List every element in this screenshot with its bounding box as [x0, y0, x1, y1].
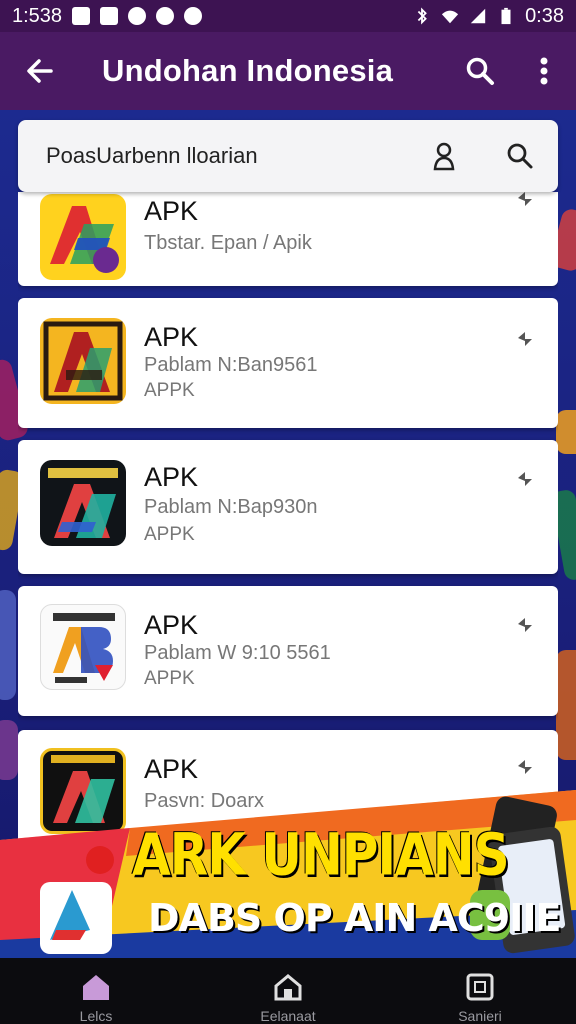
- app-bar-search-button[interactable]: [448, 32, 512, 110]
- arrow-left-icon: [27, 59, 53, 83]
- app-icon: [40, 194, 126, 280]
- app-icon: [40, 318, 126, 404]
- search-icon: [466, 57, 494, 85]
- bluetooth-icon: [417, 7, 427, 25]
- notification-icon: [100, 7, 119, 25]
- promo-banner[interactable]: ARK UNPIANS DABS OP AIN AC9IIE: [0, 790, 576, 958]
- item-type: APPK: [144, 524, 195, 545]
- open-arrow-icon[interactable]: [514, 192, 536, 212]
- status-bar: 1:538 0:38: [0, 0, 576, 32]
- decoration: [0, 720, 18, 780]
- open-arrow-icon[interactable]: [514, 470, 536, 492]
- nav-label: Lelcs: [79, 1008, 113, 1024]
- item-title: APK: [144, 610, 199, 640]
- nav-label: Sanieri: [458, 1008, 502, 1024]
- app-list: APK Tbstar. Epan / Apik APK Pablam N:Ban…: [18, 192, 558, 842]
- status-time-left: 1:538: [12, 4, 63, 27]
- list-item[interactable]: APK Tbstar. Epan / Apik: [18, 192, 558, 286]
- banner-headline: ARK UNPIANS: [132, 821, 510, 889]
- item-type: APPK: [144, 380, 195, 401]
- signal-icon: [470, 8, 486, 24]
- nav-item-home[interactable]: Lelcs: [0, 958, 192, 1024]
- battery-icon: [501, 7, 511, 25]
- item-title: APK: [144, 462, 199, 492]
- search-input[interactable]: PoasUarbenn lloarian: [46, 143, 406, 169]
- item-subtitle: Pablam N:Bap930n: [144, 496, 318, 518]
- search-button[interactable]: [482, 120, 558, 192]
- search-icon: [507, 143, 533, 169]
- profile-button[interactable]: [406, 120, 482, 192]
- nav-item-settings[interactable]: Sanieri: [384, 958, 576, 1024]
- home-icon: [83, 975, 109, 1000]
- person-icon: [433, 142, 455, 171]
- open-arrow-icon[interactable]: [514, 616, 536, 638]
- item-type: APPK: [144, 668, 195, 689]
- nav-item-explore[interactable]: Eelanaat: [192, 958, 384, 1024]
- decoration: [556, 650, 576, 760]
- home-outline-icon: [274, 974, 302, 1001]
- notification-icon: [184, 7, 203, 25]
- item-subtitle: Pablam W 9:10 5561: [144, 642, 331, 664]
- decoration: [0, 590, 16, 700]
- banner-subheadline: DABS OP AIN AC9IIE: [148, 896, 561, 940]
- open-arrow-icon[interactable]: [514, 330, 536, 352]
- notification-icon: [72, 7, 91, 25]
- status-time-right: 0:38: [525, 4, 564, 27]
- list-item[interactable]: APK Pablam W 9:10 5561 APPK: [18, 586, 558, 716]
- item-title: APK: [144, 754, 199, 784]
- list-item[interactable]: APK Pablam N:Ban9561 APPK: [18, 298, 558, 428]
- item-subtitle: Pablam N:Ban9561: [144, 354, 318, 376]
- back-button[interactable]: [0, 32, 80, 110]
- item-title: APK: [144, 322, 199, 352]
- app-icon: [40, 460, 126, 546]
- square-icon: [466, 973, 494, 1001]
- list-item[interactable]: APK Pablam N:Bap930n APPK: [18, 440, 558, 574]
- app-icon: [40, 604, 126, 690]
- item-subtitle: Tbstar. Epan / Apik: [144, 232, 312, 254]
- wifi-icon: [441, 10, 459, 24]
- open-arrow-icon[interactable]: [514, 758, 536, 780]
- bottom-navigation: Lelcs Eelanaat Sanieri: [0, 958, 576, 1024]
- item-title: APK: [144, 196, 199, 226]
- decoration: [556, 410, 576, 454]
- more-vertical-icon: [540, 57, 548, 85]
- page-title: Undohan Indonesia: [102, 53, 394, 88]
- more-options-button[interactable]: [512, 32, 576, 110]
- search-bar[interactable]: PoasUarbenn lloarian: [18, 120, 558, 192]
- nav-label: Eelanaat: [260, 1008, 316, 1024]
- notification-icon: [156, 7, 175, 25]
- app-bar: Undohan Indonesia: [0, 32, 576, 110]
- notification-icon: [128, 7, 147, 25]
